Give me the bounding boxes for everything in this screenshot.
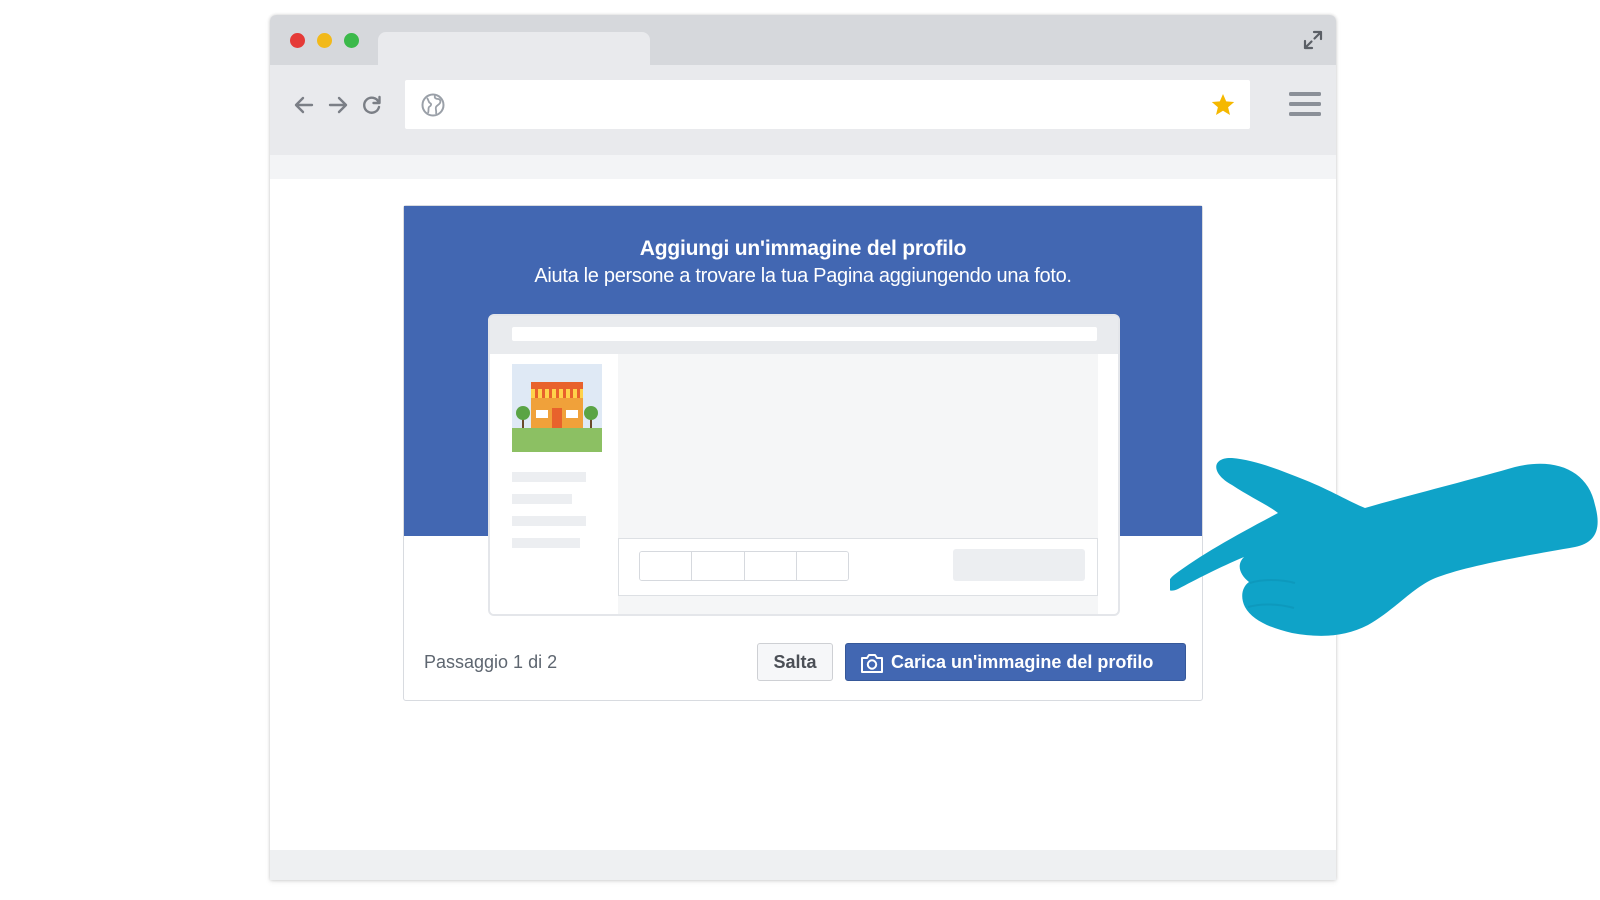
preview-composer-tab	[796, 552, 848, 580]
browser-tab[interactable]	[378, 32, 650, 66]
close-window-button[interactable]	[290, 33, 305, 48]
star-icon[interactable]	[1210, 92, 1236, 118]
minimize-window-button[interactable]	[317, 33, 332, 48]
preview-composer-tab	[744, 552, 797, 580]
skip-button[interactable]: Salta	[757, 643, 833, 681]
page-top-strip	[270, 155, 1336, 179]
dialog-subtitle: Aiuta le persone a trovare la tua Pagina…	[534, 265, 1072, 287]
preview-searchbar	[512, 327, 1097, 341]
preview-composer-tab	[640, 552, 693, 580]
reload-icon[interactable]	[360, 93, 384, 117]
preview-sidebar-line	[512, 538, 580, 548]
browser-titlebar	[270, 15, 1336, 66]
globe-icon	[421, 93, 445, 117]
arrow-left-icon[interactable]	[292, 93, 316, 117]
add-profile-picture-dialog: Aggiungi un'immagine del profilo Aiuta l…	[403, 205, 1203, 701]
page-bottom-strip	[270, 850, 1336, 880]
preview-sidebar-line	[512, 472, 586, 482]
preview-composer	[618, 538, 1098, 596]
preview-sidebar-line	[512, 494, 572, 504]
step-indicator: Passaggio 1 di 2	[424, 652, 558, 672]
preview-composer-tab	[692, 552, 745, 580]
shop-building-icon	[512, 364, 602, 452]
upload-button-label: Carica un'immagine del profilo	[891, 652, 1154, 672]
preview-composer-button	[953, 549, 1085, 581]
browser-window: Aggiungi un'immagine del profilo Aiuta l…	[270, 15, 1336, 880]
preview-avatar	[512, 364, 602, 452]
preview-sidebar-line	[512, 516, 586, 526]
upload-profile-picture-button[interactable]: Carica un'immagine del profilo	[845, 643, 1186, 681]
maximize-window-button[interactable]	[344, 33, 359, 48]
preview-composer-tabs	[639, 551, 849, 581]
dialog-title: Aggiungi un'immagine del profilo	[639, 237, 967, 260]
expand-arrows-icon[interactable]	[1302, 29, 1324, 51]
address-bar[interactable]	[405, 80, 1250, 129]
browser-toolbar	[270, 65, 1336, 155]
arrow-right-icon[interactable]	[326, 93, 350, 117]
page-preview-illustration	[488, 314, 1120, 616]
pointing-hand-icon	[1170, 457, 1598, 636]
hamburger-menu-icon[interactable]	[1288, 89, 1322, 119]
camera-icon	[861, 654, 883, 673]
preview-topbar	[490, 316, 1118, 354]
